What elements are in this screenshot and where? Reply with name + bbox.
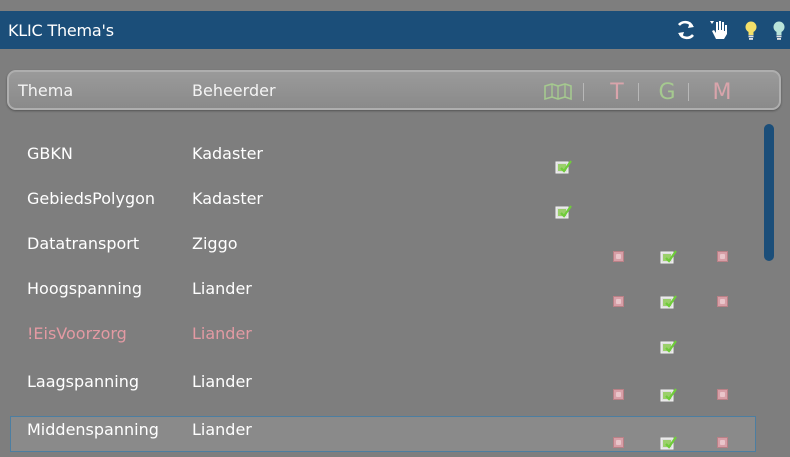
thema-cell: Datatransport	[27, 234, 140, 253]
g-checkbox-checked[interactable]	[660, 339, 677, 354]
column-header: Thema Beheerder T G M	[7, 70, 781, 110]
thema-cell: Hoogspanning	[27, 279, 143, 298]
map-icon[interactable]	[543, 83, 573, 101]
thema-cell: GBKN	[27, 144, 73, 163]
header-thema[interactable]: Thema	[18, 72, 73, 110]
title-bar: KLIC Thema's	[0, 11, 790, 49]
m-checkbox-unchecked[interactable]	[717, 296, 728, 307]
window-title: KLIC Thema's	[8, 21, 114, 40]
header-col-g[interactable]: G	[655, 72, 679, 110]
m-checkbox-unchecked[interactable]	[717, 389, 728, 400]
m-checkbox-unchecked[interactable]	[717, 251, 728, 262]
g-checkbox-checked[interactable]	[660, 435, 677, 450]
thema-cell: !EisVoorzorg	[27, 324, 127, 343]
list-item[interactable]: GebiedsPolygon Kadaster	[10, 179, 756, 219]
list-item[interactable]: Hoogspanning Liander	[10, 269, 756, 309]
t-checkbox-unchecked[interactable]	[613, 251, 624, 262]
t-checkbox-unchecked[interactable]	[613, 437, 624, 448]
header-beheerder[interactable]: Beheerder	[192, 72, 276, 110]
thema-cell: GebiedsPolygon	[27, 189, 156, 208]
thema-cell: Laagspanning	[27, 372, 139, 391]
list-item[interactable]: Laagspanning Liander	[10, 362, 756, 402]
header-separator	[688, 83, 689, 101]
g-checkbox-checked[interactable]	[660, 387, 677, 402]
t-checkbox-unchecked[interactable]	[613, 389, 624, 400]
list-item[interactable]: GBKN Kadaster	[10, 134, 756, 174]
scrollbar-thumb[interactable]	[764, 124, 774, 261]
list-item[interactable]: Datatransport Ziggo	[10, 224, 756, 264]
beheerder-cell: Liander	[192, 372, 252, 391]
header-separator	[583, 83, 584, 101]
lightbulb-icon[interactable]	[766, 17, 790, 43]
refresh-icon[interactable]	[673, 17, 699, 43]
g-checkbox-checked[interactable]	[660, 249, 677, 264]
beheerder-cell: Liander	[192, 420, 252, 439]
header-col-m[interactable]: M	[710, 72, 734, 110]
header-separator	[638, 83, 639, 101]
list-item-selected[interactable]: Middenspanning Liander	[10, 416, 756, 452]
t-checkbox-unchecked[interactable]	[613, 296, 624, 307]
m-checkbox-unchecked[interactable]	[717, 437, 728, 448]
map-checkbox-checked[interactable]	[555, 159, 572, 174]
beheerder-cell: Liander	[192, 324, 252, 343]
thema-list: GBKN Kadaster GebiedsPolygon Kadaster Da…	[0, 124, 790, 452]
thema-cell: Middenspanning	[27, 420, 159, 439]
hand-pointer-icon[interactable]	[706, 17, 732, 43]
g-checkbox-checked[interactable]	[660, 294, 677, 309]
header-col-t[interactable]: T	[605, 72, 629, 110]
beheerder-cell: Kadaster	[192, 144, 264, 163]
beheerder-cell: Liander	[192, 279, 252, 298]
list-item[interactable]: !EisVoorzorg Liander	[10, 314, 756, 354]
map-checkbox-checked[interactable]	[555, 204, 572, 219]
beheerder-cell: Kadaster	[192, 189, 264, 208]
lightbulb-icon[interactable]	[738, 17, 764, 43]
beheerder-cell: Ziggo	[192, 234, 238, 253]
